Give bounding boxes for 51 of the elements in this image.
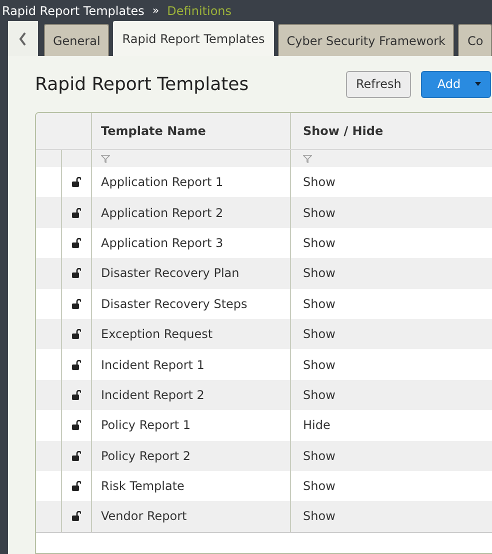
table-cell: Application Report 1 <box>101 175 224 190</box>
table-cell: Show <box>303 175 336 190</box>
chevron-left-icon <box>19 32 27 46</box>
table-cell: Policy Report 2 <box>101 448 191 463</box>
unlocked-padlock-icon[interactable] <box>72 177 81 188</box>
table-cell: Disaster Recovery Plan <box>101 266 240 280</box>
tab[interactable]: General <box>44 24 110 56</box>
breadcrumb-separator: » <box>152 4 160 17</box>
table-cell: Incident Report 1 <box>101 358 204 372</box>
table-cell: Exception Request <box>101 327 213 342</box>
unlocked-padlock-icon[interactable] <box>72 360 81 370</box>
scroll-left-button[interactable] <box>8 21 38 56</box>
unlocked-padlock-icon[interactable] <box>72 450 81 461</box>
unlocked-padlock-icon[interactable] <box>72 298 81 309</box>
tab[interactable]: Cyber Security Framework <box>278 24 454 56</box>
table-cell: Show <box>303 206 336 220</box>
column-header[interactable]: Template Name <box>101 124 206 138</box>
add-button[interactable]: Add <box>421 70 492 98</box>
tab[interactable]: Co <box>458 24 492 56</box>
table-cell: Show <box>303 509 336 524</box>
table-cell: Risk Template <box>101 479 184 494</box>
table-cell: Vendor Report <box>101 509 187 524</box>
breadcrumb-link[interactable]: Rapid Report Templates <box>2 4 144 18</box>
table-cell: Show <box>303 448 336 463</box>
caret-icon <box>474 82 481 86</box>
breadcrumb-current: Definitions <box>167 4 232 18</box>
unlocked-padlock-icon[interactable] <box>72 481 81 492</box>
refresh-button[interactable]: Refresh <box>346 70 412 98</box>
tab[interactable]: Rapid Report Templates <box>113 21 274 56</box>
table-cell: Disaster Recovery Steps <box>101 296 248 311</box>
table-cell: Hide <box>303 418 330 432</box>
table-cell: Incident Report 2 <box>101 388 204 402</box>
column-header[interactable]: Show / Hide <box>303 124 384 138</box>
unlocked-padlock-icon[interactable] <box>72 420 81 430</box>
unlocked-padlock-icon[interactable] <box>72 268 81 278</box>
table-cell: Show <box>303 388 336 402</box>
table-cell: Show <box>303 266 336 280</box>
table-cell: Show <box>303 236 336 250</box>
table-cell: Show <box>303 296 336 311</box>
unlocked-padlock-icon[interactable] <box>72 390 81 400</box>
unlocked-padlock-icon[interactable] <box>72 329 81 340</box>
page-title: Rapid Report Templates <box>35 74 250 94</box>
table-cell: Show <box>303 358 336 372</box>
unlocked-padlock-icon[interactable] <box>72 511 81 522</box>
unlocked-padlock-icon[interactable] <box>72 208 81 218</box>
table-cell: Show <box>303 479 336 494</box>
table-cell: Application Report 2 <box>101 206 224 220</box>
table-cell: Application Report 3 <box>101 236 224 250</box>
table-cell: Policy Report 1 <box>101 418 191 432</box>
unlocked-padlock-icon[interactable] <box>72 238 81 248</box>
table-cell: Show <box>303 327 336 342</box>
